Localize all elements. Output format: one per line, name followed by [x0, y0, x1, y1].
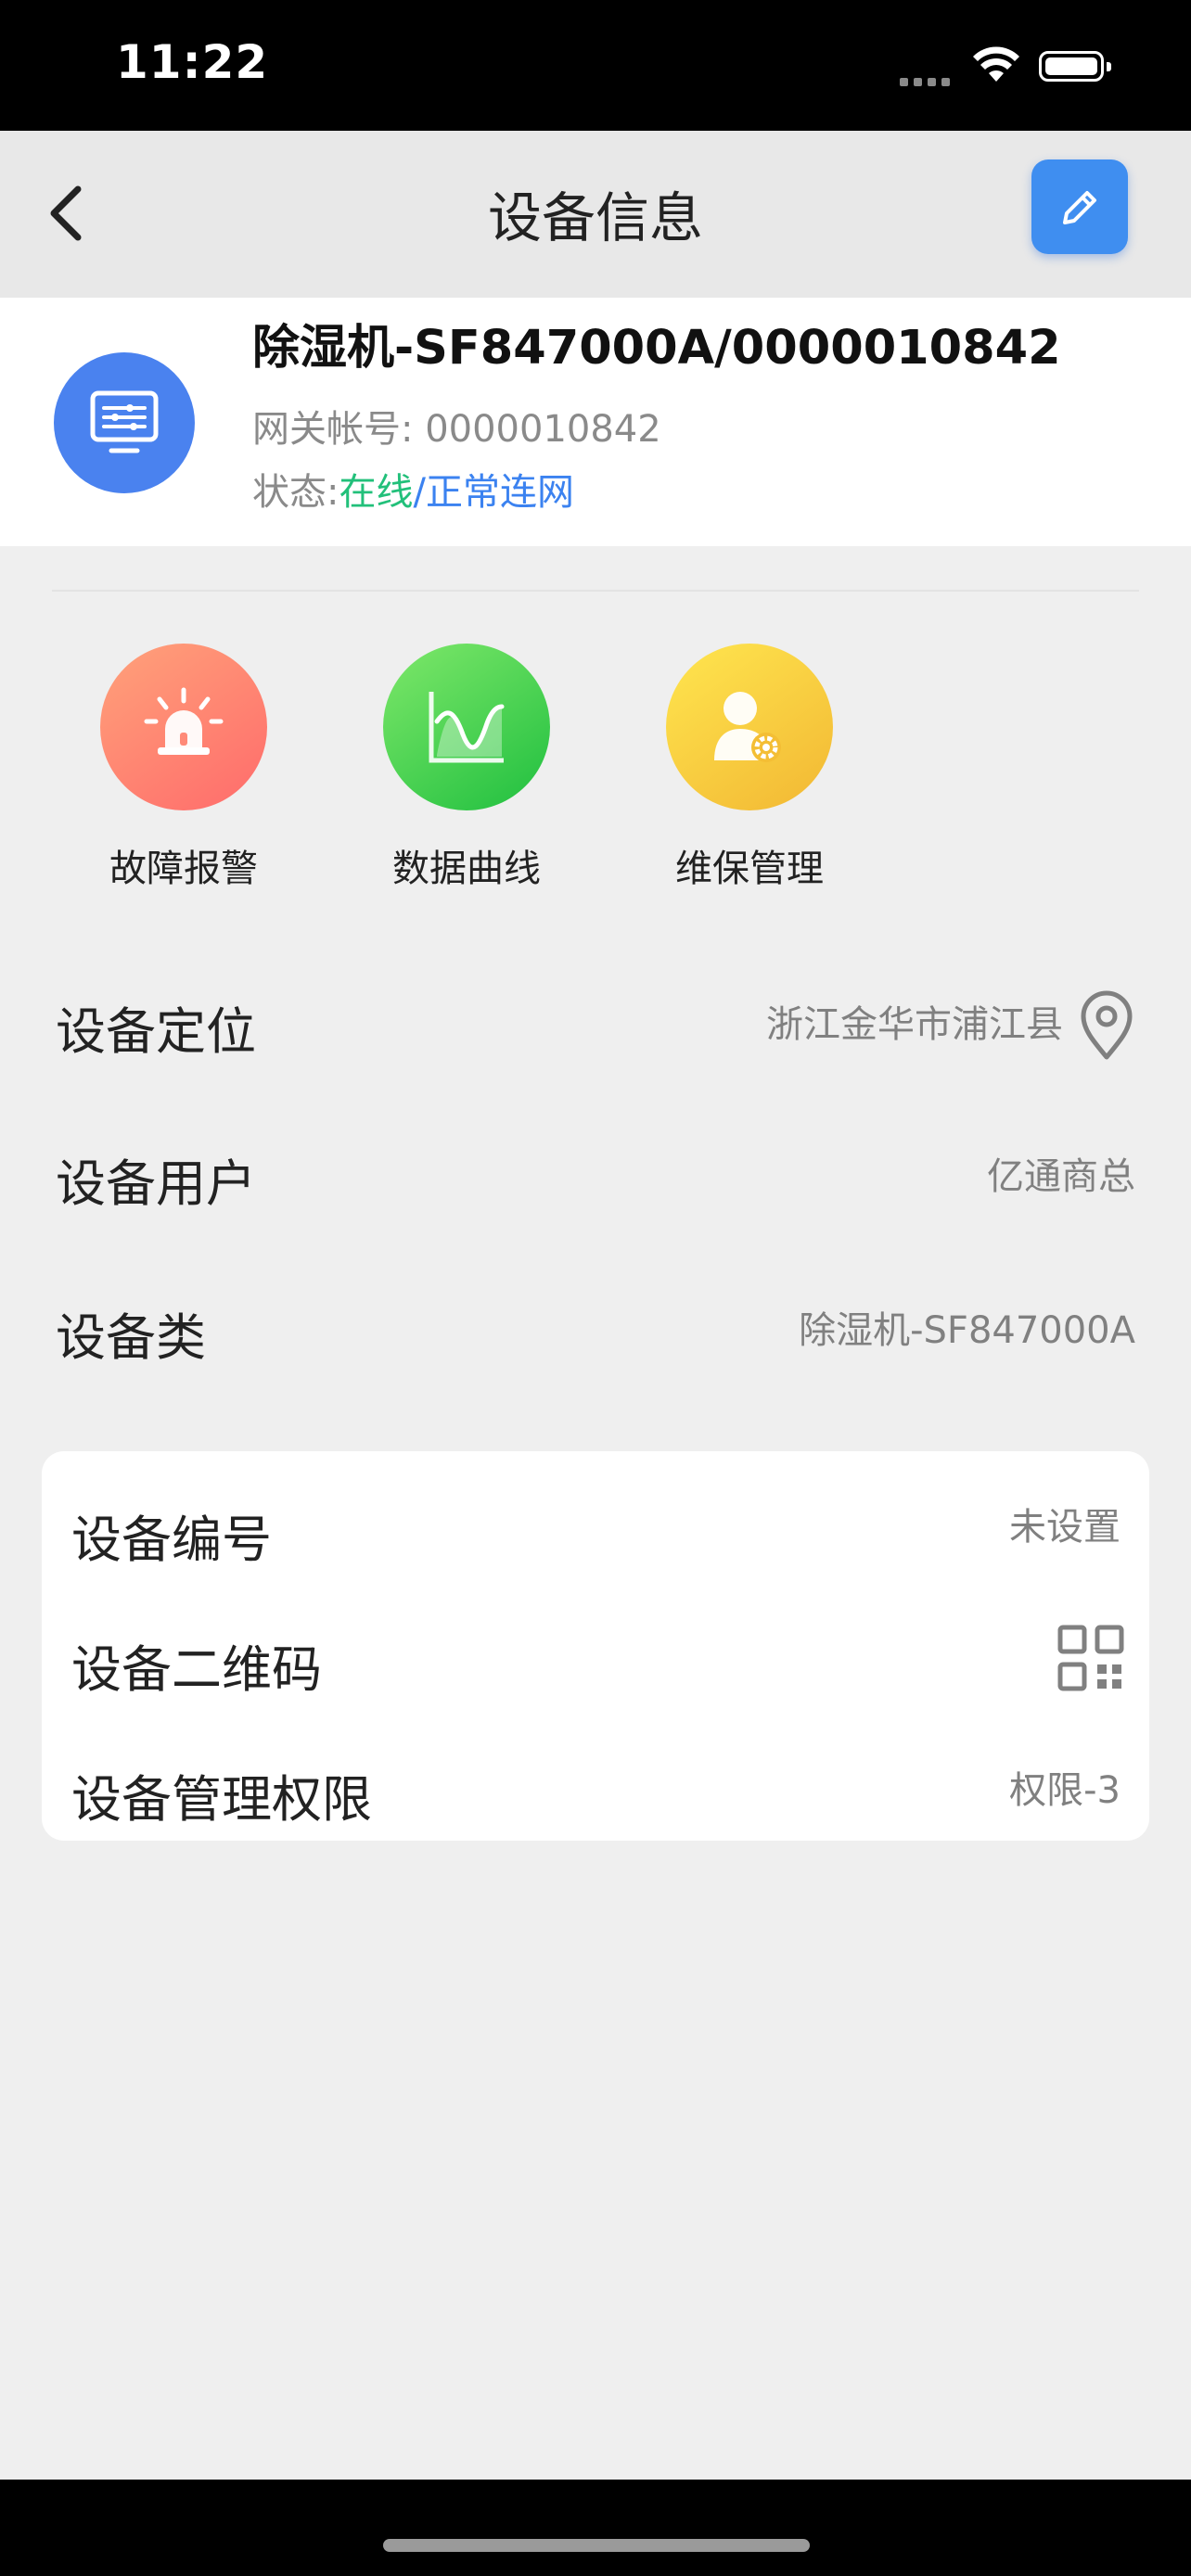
chevron-left-icon [50, 185, 82, 241]
wifi-icon [972, 46, 1020, 87]
edit-button[interactable] [1031, 159, 1128, 254]
device-avatar [54, 352, 195, 493]
qr-code-icon[interactable] [1057, 1625, 1124, 1695]
home-indicator-area [0, 2480, 1191, 2576]
alarm-light-icon [100, 644, 267, 810]
home-indicator[interactable] [383, 2539, 810, 2552]
page-title: 设备信息 [487, 186, 703, 249]
maintenance-management-button[interactable]: 维保管理 [652, 644, 847, 892]
back-button[interactable] [37, 176, 102, 250]
chart-curve-icon [383, 644, 550, 810]
status-online: 在线 [339, 471, 414, 514]
fault-alarm-button[interactable]: 故障报警 [86, 644, 281, 892]
maintenance-user-icon [666, 644, 833, 810]
device-name: 除湿机-SF847000A/0000010842 [252, 321, 1061, 376]
type-value: 除湿机-SF847000A [799, 1309, 1135, 1352]
data-curve-label: 数据曲线 [392, 848, 541, 890]
permission-label: 设备管理权限 [71, 1770, 372, 1829]
status-separator: / [413, 471, 426, 514]
gateway-label: 网关帐号: [252, 408, 414, 451]
location-value[interactable]: 浙江金华市浦江县 [766, 994, 1063, 1048]
serial-label: 设备编号 [71, 1511, 272, 1569]
location-pin-icon[interactable] [1076, 990, 1137, 1065]
user-label: 设备用户 [56, 1154, 256, 1213]
device-status: 状态:在线/正常连网 [252, 462, 574, 516]
permission-value: 权限-3 [1009, 1769, 1121, 1812]
serial-value[interactable]: 未设置 [1009, 1497, 1121, 1550]
user-value: 亿通商总 [987, 1155, 1135, 1198]
gateway-account: 网关帐号: 0000010842 [252, 399, 661, 453]
divider [52, 590, 1139, 592]
pencil-icon [1063, 191, 1096, 224]
fault-alarm-label: 故障报警 [109, 848, 258, 890]
status-network: 正常连网 [425, 471, 574, 514]
cellular-signal-icon [900, 72, 955, 90]
gateway-value: 0000010842 [425, 408, 661, 451]
data-curve-button[interactable]: 数据曲线 [369, 644, 564, 892]
status-label: 状态: [252, 471, 339, 514]
location-label: 设备定位 [56, 1002, 256, 1061]
status-time: 11:22 [116, 35, 269, 89]
monitor-settings-icon [90, 390, 159, 453]
type-label: 设备类 [56, 1308, 206, 1367]
battery-icon [1039, 51, 1111, 82]
qrcode-label: 设备二维码 [71, 1640, 322, 1699]
maintenance-management-label: 维保管理 [675, 848, 824, 890]
